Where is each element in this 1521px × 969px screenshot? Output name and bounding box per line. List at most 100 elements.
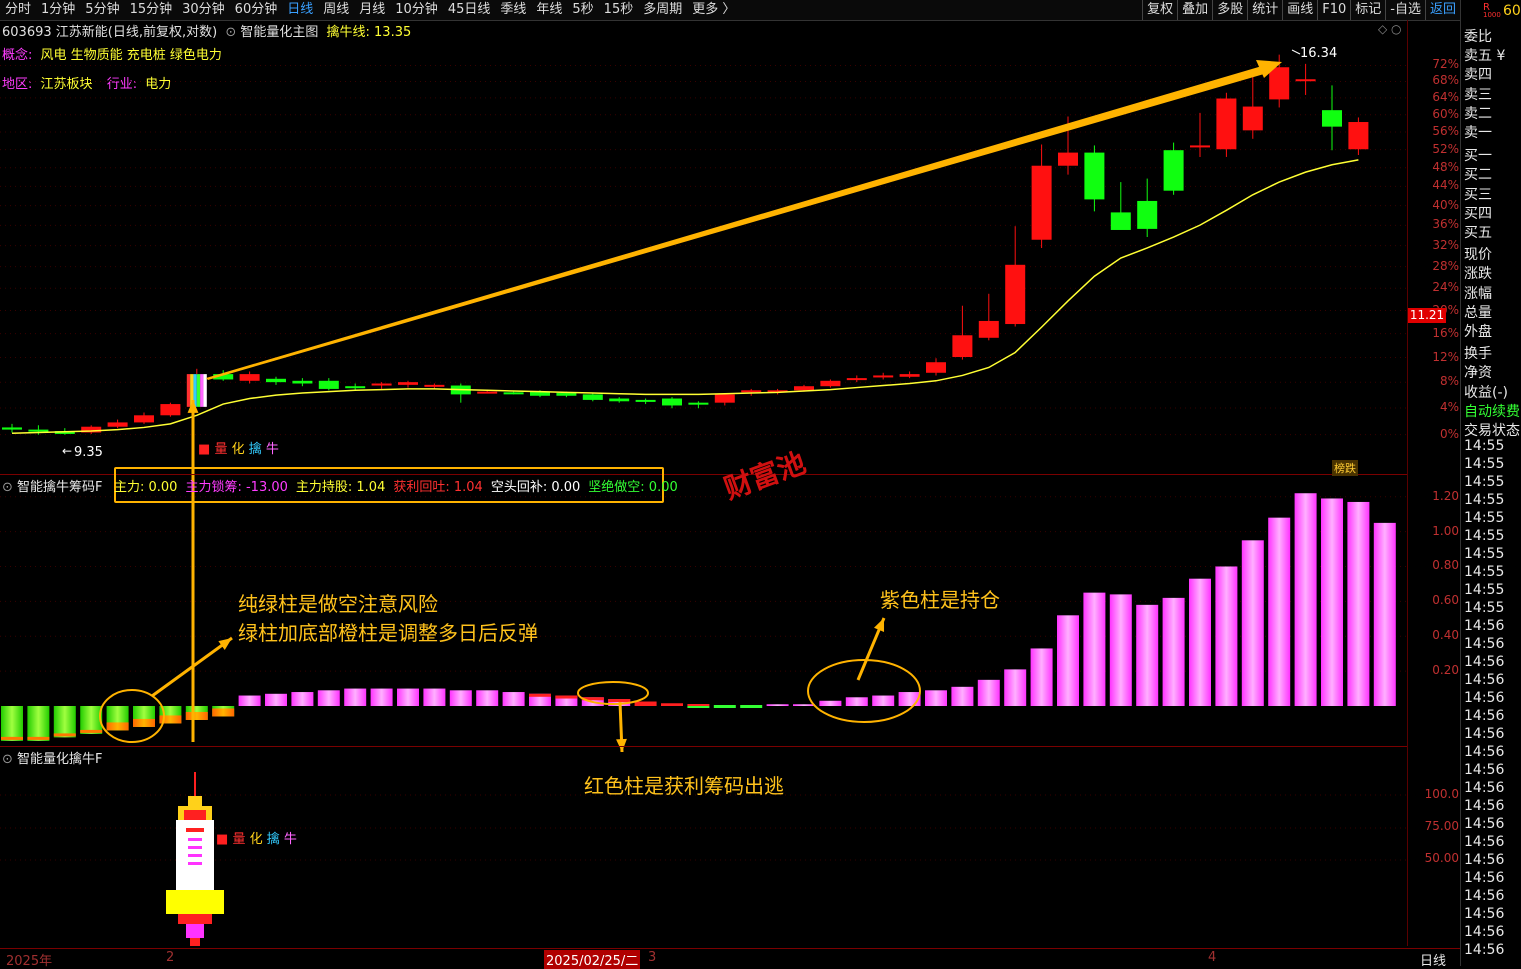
candle	[292, 378, 313, 387]
marker-char-4: 牛	[283, 832, 297, 847]
marker-flag-icon: ■	[198, 442, 211, 457]
candle-body	[1216, 98, 1237, 150]
marker-char-3: 擒	[248, 442, 262, 457]
panel-divider-2	[0, 746, 1407, 747]
chip-bar	[1373, 522, 1396, 706]
candle-body	[398, 382, 418, 385]
sidebar-item-8[interactable]: 买三	[1464, 184, 1492, 204]
candle-body	[318, 380, 339, 389]
candle	[239, 371, 260, 384]
axis-pct-11: 28%	[1432, 258, 1459, 273]
sub2-signal-marker: ■ 量 化 擒 牛	[216, 828, 297, 847]
candle-body	[556, 393, 577, 396]
candle	[820, 379, 841, 388]
sidebar-item-12[interactable]: 涨跌	[1464, 263, 1492, 283]
candle	[978, 293, 999, 341]
candle-body	[688, 402, 709, 405]
axis-pct-8: 40%	[1432, 197, 1459, 212]
chip-legend-item-5: 坚绝做空: 0.00	[588, 480, 678, 495]
sidebar-time-15: 14:56	[1464, 708, 1505, 724]
month-label-feb: 2	[166, 950, 175, 965]
chip-bar-red	[555, 695, 578, 699]
chip-bars	[1, 493, 1396, 741]
candle	[952, 305, 973, 360]
chip-legend: 主力: 0.00 主力锁筹: -13.00 主力持股: 1.04 获利回吐: 1.04…	[114, 476, 686, 495]
axis-sub2-2: 50.00	[1424, 851, 1459, 865]
chip-legend-item-2: 主力持股: 1.04	[295, 480, 386, 495]
candle-body	[160, 404, 181, 416]
settings-icon[interactable]: ⊙	[2, 752, 13, 767]
chip-bar	[1189, 578, 1211, 706]
settings-icon[interactable]: ⊙	[2, 480, 13, 495]
candle-body	[1005, 264, 1026, 325]
trend-arrow	[206, 66, 1264, 380]
sidebar-time-12: 14:56	[1464, 654, 1505, 670]
candle-body	[1348, 122, 1369, 150]
high-pointer	[1291, 49, 1301, 55]
green-note-1: 纯绿柱是做空注意风险	[238, 592, 438, 616]
axis-pct-14: 16%	[1432, 325, 1459, 340]
axis-pct-6: 48%	[1432, 159, 1459, 174]
candle-stripe	[196, 374, 201, 407]
chip-bar	[423, 688, 446, 706]
month-label-apr: 4	[1208, 950, 1217, 965]
sidebar-item-17[interactable]: 净资	[1464, 362, 1492, 382]
sub2-panel-name[interactable]: 智能量化擒牛F	[17, 752, 102, 767]
candle	[1137, 178, 1158, 238]
sidebar-item-19[interactable]: 自动续费	[1464, 401, 1520, 421]
candle-body	[371, 383, 392, 386]
candle-body	[978, 320, 999, 338]
candle	[899, 371, 920, 379]
candle	[160, 402, 181, 417]
sidebar-stock-code[interactable]: 603	[1503, 3, 1521, 19]
chip-bar	[1136, 604, 1159, 706]
chip-bar-orange	[27, 736, 50, 740]
candle-body	[1163, 150, 1184, 191]
candle	[1031, 144, 1052, 248]
sidebar-item-0[interactable]: 委比	[1464, 26, 1492, 46]
chip-bar	[80, 706, 103, 734]
candle-body	[1269, 67, 1290, 100]
sidebar-item-5[interactable]: 卖一	[1464, 122, 1492, 142]
chip-bar	[1294, 493, 1317, 706]
marker-char-3: 擒	[266, 832, 280, 847]
fall-rank-tag[interactable]: 榜跌	[1332, 460, 1358, 476]
sidebar-item-20[interactable]: 交易状态	[1464, 420, 1520, 440]
sidebar-item-3[interactable]: 卖三	[1464, 84, 1492, 104]
chip-bar	[476, 690, 499, 706]
candle-body	[820, 380, 841, 387]
candle-body	[1295, 79, 1316, 82]
sidebar-item-11[interactable]: 现价	[1464, 244, 1492, 264]
axis-pct-2: 64%	[1432, 89, 1459, 104]
sidebar-item-18[interactable]: 收益(-)	[1464, 382, 1508, 402]
sidebar-time-1: 14:55	[1464, 456, 1505, 472]
candle-body	[635, 399, 656, 402]
candle	[1005, 226, 1026, 327]
candle	[1190, 112, 1210, 157]
chip-panel-title: ⊙ 智能擒牛筹码F	[2, 476, 103, 495]
sidebar-item-15[interactable]: 外盘	[1464, 321, 1492, 341]
sidebar-time-27: 14:56	[1464, 924, 1505, 940]
candle-body	[477, 391, 498, 394]
sidebar-time-26: 14:56	[1464, 906, 1505, 922]
period-tag[interactable]: 日线	[1420, 950, 1446, 969]
axis-chip-2: 0.80	[1432, 558, 1459, 573]
main-candles	[2, 54, 1369, 435]
sidebar-item-2[interactable]: 卖四	[1464, 64, 1492, 84]
sidebar-item-7[interactable]: 买二	[1464, 164, 1492, 184]
sidebar-item-13[interactable]: 涨幅	[1464, 283, 1492, 303]
sidebar-item-10[interactable]: 买五	[1464, 222, 1492, 242]
chip-bar	[687, 704, 710, 706]
sub2-panel-title: ⊙ 智能量化擒牛F	[2, 748, 103, 767]
chip-panel-name[interactable]: 智能擒牛筹码F	[17, 480, 102, 495]
chip-bar	[1268, 517, 1291, 706]
sidebar-item-6[interactable]: 买一	[1464, 145, 1492, 165]
sidebar-item-16[interactable]: 换手	[1464, 343, 1492, 363]
sidebar-item-1[interactable]: 卖五 ¥	[1464, 45, 1505, 65]
sidebar-item-14[interactable]: 总量	[1464, 302, 1492, 322]
chip-bar	[1347, 501, 1370, 706]
sidebar-item-9[interactable]: 买四	[1464, 203, 1492, 223]
sidebar-item-4[interactable]: 卖二	[1464, 103, 1492, 123]
chip-bar	[845, 697, 868, 706]
candle	[609, 397, 630, 403]
